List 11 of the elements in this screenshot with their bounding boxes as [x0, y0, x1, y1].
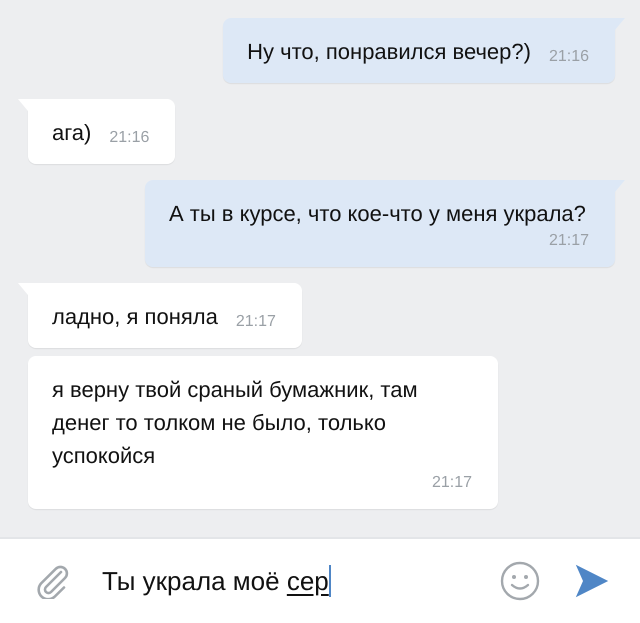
message-text: Ну что, понравился вечер?) [247, 38, 531, 66]
message-text: я верну твой сраный бумажник, там денег то толком не было, только успокойся [52, 376, 419, 470]
message-time: 21:17 [430, 473, 472, 493]
message-text: ладно, я поняла [52, 303, 218, 331]
message-time: 21:16 [548, 47, 589, 67]
message-text: А ты в курсе, что кое-что у меня украла? [169, 200, 586, 228]
message-time: 21:17 [548, 231, 589, 251]
smiley-icon[interactable] [500, 561, 540, 601]
message-text: ага) [52, 119, 92, 147]
message-time: 21:17 [234, 312, 276, 332]
message-time: 21:16 [108, 128, 150, 148]
